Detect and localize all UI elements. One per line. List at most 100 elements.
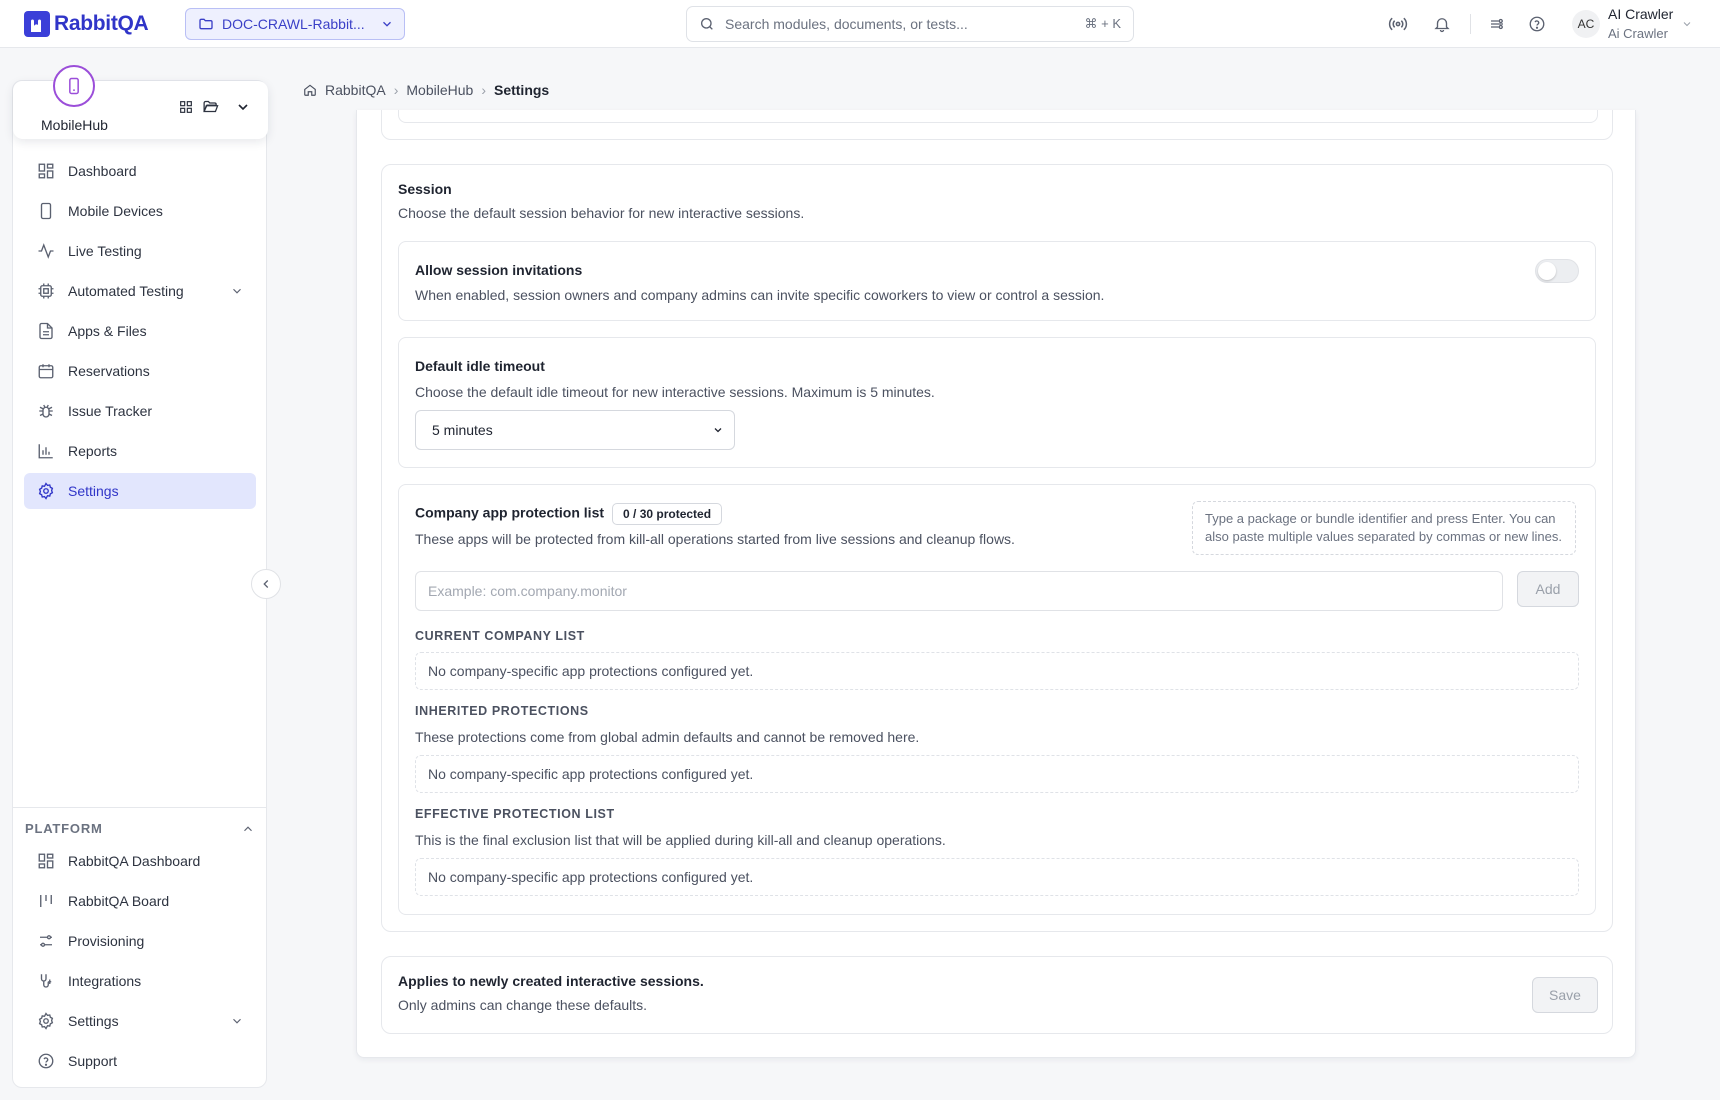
collapse-sidebar-button[interactable]	[251, 569, 281, 599]
nav-item-dashboard[interactable]: Dashboard	[24, 153, 256, 189]
add-button[interactable]: Add	[1517, 571, 1579, 607]
nav-item-settings[interactable]: Settings	[24, 473, 256, 509]
nav-item-label: Provisioning	[68, 933, 145, 949]
inherited-list-empty: No company-specific app protections conf…	[415, 755, 1579, 793]
nav-item-issue-tracker[interactable]: Issue Tracker	[24, 393, 256, 429]
module-switcher[interactable]: MobileHub	[13, 65, 268, 139]
nav-item-rabbitqa-board[interactable]: RabbitQA Board	[24, 883, 256, 919]
cpu-icon	[36, 281, 56, 301]
bell-icon[interactable]	[1430, 12, 1454, 36]
app-name: RabbitQA	[54, 12, 149, 35]
current-list-heading: CURRENT COMPANY LIST	[415, 629, 585, 643]
nav-item-label: Apps & Files	[68, 323, 147, 339]
project-label: DOC-CRAWL-Rabbit...	[222, 16, 365, 32]
nav-item-platform-settings[interactable]: Settings	[24, 1003, 256, 1039]
platform-nav: RabbitQA Dashboard RabbitQA Board Provis…	[24, 843, 256, 1083]
setting-description: When enabled, session owners and company…	[415, 287, 1105, 303]
inherited-heading: INHERITED PROTECTIONS	[415, 704, 589, 718]
protected-count-badge: 0 / 30 protected	[612, 503, 723, 525]
top-bar: RabbitQA DOC-CRAWL-Rabbit... ⌘ + K AC	[0, 0, 1720, 48]
nav-item-reservations[interactable]: Reservations	[24, 353, 256, 389]
app-logo[interactable]: RabbitQA	[24, 11, 149, 37]
nav-item-support[interactable]: Support	[24, 1043, 256, 1079]
help-icon[interactable]	[1525, 12, 1549, 36]
search-shortcut: ⌘ + K	[1084, 16, 1122, 31]
idle-timeout-setting: Default idle timeout Choose the default …	[398, 337, 1596, 468]
module-name: MobileHub	[41, 117, 108, 133]
file-icon	[36, 321, 56, 341]
nav-item-label: Mobile Devices	[68, 203, 163, 219]
chevron-up-icon	[244, 825, 252, 831]
save-footer: Applies to newly created interactive ses…	[381, 956, 1613, 1034]
module-nav: Dashboard Mobile Devices Live Testing Au…	[24, 153, 256, 513]
effective-description: This is the final exclusion list that wi…	[415, 832, 946, 848]
footer-title: Applies to newly created interactive ses…	[398, 973, 704, 989]
breadcrumb-separator-icon: ›	[481, 82, 486, 98]
platform-section-header[interactable]: PLATFORM	[25, 821, 255, 836]
sliders-icon	[36, 931, 56, 951]
nav-item-rabbitqa-dashboard[interactable]: RabbitQA Dashboard	[24, 843, 256, 879]
avatar: AC	[1572, 10, 1600, 38]
mobile-module-icon	[53, 65, 95, 107]
save-button[interactable]: Save	[1532, 977, 1598, 1013]
top-icons	[1386, 12, 1549, 36]
nav-item-label: Settings	[68, 483, 119, 499]
project-selector[interactable]: DOC-CRAWL-Rabbit...	[185, 8, 405, 40]
chevron-down-icon	[233, 1018, 241, 1024]
nav-item-label: RabbitQA Dashboard	[68, 853, 201, 869]
nav-item-live-testing[interactable]: Live Testing	[24, 233, 256, 269]
calendar-icon	[36, 361, 56, 381]
grid-icon	[36, 161, 56, 181]
previous-section-box	[398, 110, 1598, 123]
nav-item-integrations[interactable]: Integrations	[24, 963, 256, 999]
inherited-description: These protections come from global admin…	[415, 729, 920, 745]
folder-open-icon[interactable]	[202, 98, 219, 115]
nav-item-apps-files[interactable]: Apps & Files	[24, 313, 256, 349]
breadcrumb: RabbitQA › MobileHub › Settings	[303, 82, 549, 98]
invitations-toggle[interactable]	[1535, 259, 1579, 283]
search-icon	[701, 18, 713, 30]
folder-icon	[199, 18, 213, 30]
setting-title: Default idle timeout	[415, 358, 545, 374]
nav-item-label: Reports	[68, 443, 118, 459]
activity-icon	[36, 241, 56, 261]
broadcast-icon[interactable]	[1386, 12, 1410, 36]
chevron-down-icon	[714, 428, 722, 433]
sidebar-divider	[13, 807, 266, 808]
protection-title-row: Company app protection list 0 / 30 protec…	[415, 503, 723, 525]
current-list-empty: No company-specific app protections conf…	[415, 652, 1579, 690]
nav-item-provisioning[interactable]: Provisioning	[24, 923, 256, 959]
nav-item-label: RabbitQA Board	[68, 893, 170, 909]
chevron-left-icon	[263, 580, 269, 588]
toolbar-divider	[1470, 14, 1471, 34]
nav-item-reports[interactable]: Reports	[24, 433, 256, 469]
theme-icon[interactable]	[1485, 12, 1509, 36]
setting-title: Allow session invitations	[415, 262, 583, 278]
nav-item-label: Settings	[68, 1013, 119, 1029]
global-search[interactable]: ⌘ + K	[686, 6, 1134, 42]
nav-item-automated-testing[interactable]: Automated Testing	[24, 273, 256, 309]
settings-panel: Session Choose the default session behav…	[356, 110, 1636, 1058]
breadcrumb-root[interactable]: RabbitQA	[325, 82, 386, 98]
user-subtitle: Ai Crawler	[1608, 26, 1668, 41]
protection-hint: Type a package or bundle identifier and …	[1192, 501, 1576, 555]
breadcrumb-current: Settings	[493, 82, 550, 98]
phone-icon	[36, 201, 56, 221]
search-input[interactable]	[725, 16, 1075, 32]
effective-list-empty: No company-specific app protections conf…	[415, 858, 1579, 896]
gear-icon	[36, 481, 56, 501]
footer-description: Only admins can change these defaults.	[398, 997, 648, 1013]
grid-view-icon[interactable]	[178, 99, 194, 115]
section-title: Session	[398, 181, 452, 197]
breadcrumb-module[interactable]: MobileHub	[406, 82, 473, 98]
user-menu[interactable]: AC AI Crawler Ai Crawler	[1572, 5, 1693, 43]
nav-item-label: Support	[68, 1053, 118, 1069]
idle-timeout-select[interactable]: 5 minutes	[415, 410, 735, 450]
nav-item-mobile-devices[interactable]: Mobile Devices	[24, 193, 256, 229]
app-protection-setting: Company app protection list 0 / 30 protec…	[398, 484, 1596, 915]
package-identifier-input[interactable]	[415, 571, 1503, 611]
chevron-down-icon[interactable]	[235, 99, 251, 115]
setting-description: These apps will be protected from kill-a…	[415, 531, 1015, 547]
nav-item-label: Automated Testing	[68, 283, 184, 299]
toggle-knob	[1538, 262, 1556, 280]
